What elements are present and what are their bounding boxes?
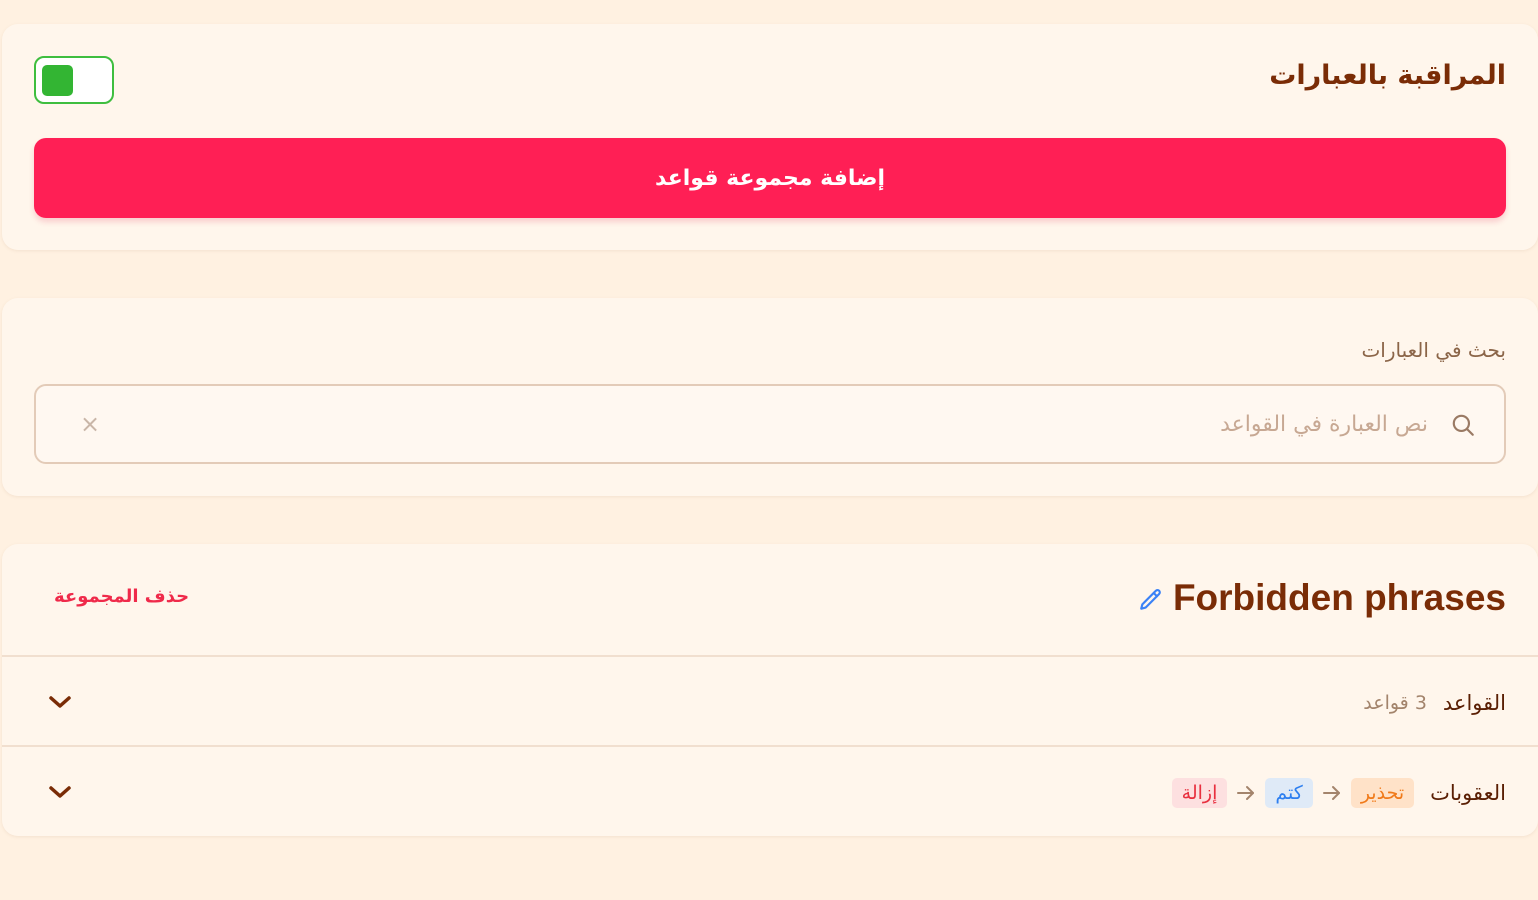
toggle-knob (42, 65, 73, 96)
rules-label: القواعد (1442, 690, 1506, 715)
penalty-remove-chip: إزالة (1171, 777, 1228, 808)
delete-group-button[interactable]: حذف المجموعة (54, 586, 189, 607)
monitor-toggle[interactable] (34, 56, 114, 104)
chevron-down-icon[interactable] (46, 690, 74, 714)
rules-count: 3 قواعد (1363, 691, 1427, 714)
penalties-row[interactable]: العقوبات تحذير كتم إزالة (2, 748, 1538, 837)
chevron-down-icon[interactable] (46, 780, 74, 804)
penalty-warn-chip: تحذير (1350, 777, 1415, 808)
search-icon (1452, 414, 1474, 436)
penalties-label: العقوبات (1430, 780, 1506, 805)
monitor-card: المراقبة بالعبارات إضافة مجموعة قواعد (2, 24, 1538, 250)
rules-row[interactable]: القواعد 3 قواعد (2, 658, 1538, 747)
close-icon[interactable]: × (76, 408, 104, 440)
section-title: المراقبة بالعبارات (1269, 60, 1506, 91)
search-card: بحث في العبارات × (2, 298, 1538, 496)
search-input[interactable] (110, 386, 1430, 462)
group-title: Forbidden phrases (1172, 577, 1506, 618)
rule-group-card: Forbidden phrases حذف المجموعة القواعد 3… (2, 544, 1538, 836)
pencil-icon[interactable] (1138, 587, 1164, 613)
penalties-row-content: العقوبات تحذير كتم إزالة (1171, 748, 1506, 837)
penalty-mute-chip: كتم (1265, 777, 1313, 808)
group-header: Forbidden phrases حذف المجموعة (2, 544, 1538, 657)
rules-row-content: القواعد 3 قواعد (1363, 658, 1506, 747)
search-label: بحث في العبارات (1361, 338, 1506, 362)
arrow-right-icon (1237, 785, 1255, 800)
search-box[interactable]: × (34, 384, 1506, 464)
add-rule-group-button[interactable]: إضافة مجموعة قواعد (34, 138, 1506, 218)
arrow-right-icon (1322, 785, 1340, 800)
